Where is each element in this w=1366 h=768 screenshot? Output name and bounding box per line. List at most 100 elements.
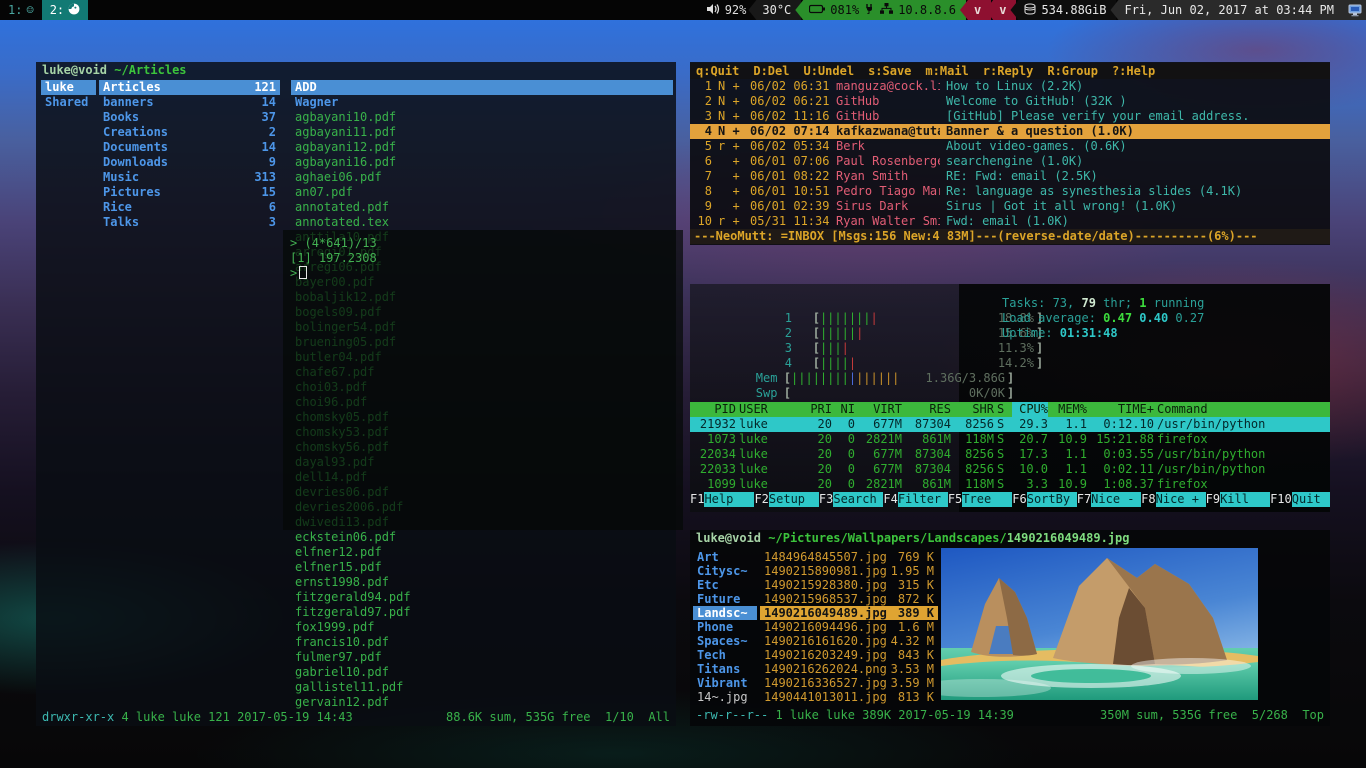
file-row[interactable]: agbayani10.pdf bbox=[291, 110, 673, 125]
file-row[interactable]: fitzgerald97.pdf bbox=[291, 605, 673, 620]
file-row[interactable]: francis10.pdf bbox=[291, 635, 673, 650]
mutt-message-row[interactable]: 9 + 06/01 02:39 Sirus Dark Sirus | Got i… bbox=[690, 199, 1330, 214]
fkey-button[interactable]: F8Nice + bbox=[1141, 492, 1205, 507]
directory-row[interactable]: Articles121 bbox=[99, 80, 280, 95]
fkey-button[interactable]: F6SortBy bbox=[1012, 492, 1076, 507]
workspace-2-button[interactable]: 2: bbox=[42, 0, 88, 20]
mutt-menu-item[interactable]: D:Del bbox=[753, 63, 789, 79]
process-row[interactable]: 1073 luke 20 0 2821M 861M 118M S 20.7 10… bbox=[690, 432, 1330, 447]
mutt-menu-item[interactable]: R:Group bbox=[1047, 63, 1098, 79]
mutt-message-row[interactable]: 10 r + 05/31 11:34 Ryan Walter Smi Fwd: … bbox=[690, 214, 1330, 229]
fkey-button[interactable]: F7Nice - bbox=[1077, 492, 1141, 507]
mutt-menu-item[interactable]: q:Quit bbox=[696, 63, 739, 79]
parent-dir-row[interactable]: Shared bbox=[41, 95, 96, 110]
fkey-button[interactable]: F9Kill bbox=[1206, 492, 1270, 507]
file-row[interactable]: gervain12.pdf bbox=[291, 695, 673, 710]
mutt-message-row[interactable]: 8 + 06/01 10:51 Pedro Tiago Mar Re: lang… bbox=[690, 184, 1330, 199]
file-row[interactable]: eckstein06.pdf bbox=[291, 530, 673, 545]
file-row[interactable]: agbayani16.pdf bbox=[291, 155, 673, 170]
parent-dir-row[interactable]: Spaces~ bbox=[693, 634, 757, 648]
parent-dir-row[interactable]: Vibrant bbox=[693, 676, 757, 690]
file-row[interactable]: gabriel10.pdf bbox=[291, 665, 673, 680]
parent-dir-row[interactable]: Tech bbox=[693, 648, 757, 662]
mutt-message-row[interactable]: 5 r + 06/02 05:34 Berk About video-games… bbox=[690, 139, 1330, 154]
mutt-message-row[interactable]: 6 + 06/01 07:06 Paul Rosenberge searchen… bbox=[690, 154, 1330, 169]
htop-table-header[interactable]: PIDUSERPRINIVIRTRESSHRSCPU%MEM%TIME+Comm… bbox=[690, 402, 1330, 417]
parent-dir-row[interactable]: Phone bbox=[693, 620, 757, 634]
file-row[interactable]: elfner15.pdf bbox=[291, 560, 673, 575]
fkey-button[interactable]: F1Help bbox=[690, 492, 754, 507]
directory-row[interactable]: Rice6 bbox=[99, 200, 280, 215]
image-file-row[interactable]: 1490216161620.jpg4.32 M bbox=[760, 634, 938, 648]
directory-row[interactable]: banners14 bbox=[99, 95, 280, 110]
mutt-menu-item[interactable]: ?:Help bbox=[1112, 63, 1155, 79]
fkey-button[interactable]: F10Quit bbox=[1270, 492, 1330, 507]
process-row[interactable]: 1099 luke 20 0 2821M 861M 118M S 3.3 10.… bbox=[690, 477, 1330, 492]
fkey-button[interactable]: F2Setup bbox=[754, 492, 818, 507]
process-row[interactable]: 22034 luke 20 0 677M 87304 8256 S 17.3 1… bbox=[690, 447, 1330, 462]
fkey-button[interactable]: F3Search bbox=[819, 492, 883, 507]
parent-dir-row[interactable]: Future bbox=[693, 592, 757, 606]
directory-column: Articles121banners14Books37Creations2Doc… bbox=[99, 80, 280, 230]
image-file-row[interactable]: 1490441013011.jpg813 K bbox=[760, 690, 938, 704]
calc-prompt-line[interactable]: > bbox=[290, 266, 676, 281]
image-file-row[interactable]: 1490215890981.jpg1.95 M bbox=[760, 564, 938, 578]
file-row[interactable]: agbayani11.pdf bbox=[291, 125, 673, 140]
speaker-icon bbox=[707, 3, 720, 18]
directory-row[interactable]: Pictures15 bbox=[99, 185, 280, 200]
image-file-row[interactable]: 1484964845507.jpg769 K bbox=[760, 550, 938, 564]
parent-dir-row[interactable]: Citysc~ bbox=[693, 564, 757, 578]
process-row[interactable]: 22033 luke 20 0 677M 87304 8256 S 10.0 1… bbox=[690, 462, 1330, 477]
file-row[interactable]: annotated.pdf bbox=[291, 200, 673, 215]
directory-row[interactable]: Talks3 bbox=[99, 215, 280, 230]
file-row[interactable]: elfner12.pdf bbox=[291, 545, 673, 560]
file-row[interactable]: fitzgerald94.pdf bbox=[291, 590, 673, 605]
process-row[interactable]: 21932 luke 20 0 677M 87304 8256 S 29.3 1… bbox=[690, 417, 1330, 432]
systray-icon[interactable] bbox=[1344, 0, 1366, 20]
file-row[interactable]: agbayani12.pdf bbox=[291, 140, 673, 155]
parent-dir-row[interactable]: Etc bbox=[693, 578, 757, 592]
workspace-1-button[interactable]: 1:☺ bbox=[0, 0, 42, 20]
image-file-row[interactable]: 1490216262024.png3.53 M bbox=[760, 662, 938, 676]
image-file-row[interactable]: 1490215928380.jpg315 K bbox=[760, 578, 938, 592]
file-row[interactable]: annotated.tex bbox=[291, 215, 673, 230]
mutt-menu-item[interactable]: r:Reply bbox=[983, 63, 1034, 79]
directory-row[interactable]: Music313 bbox=[99, 170, 280, 185]
mutt-message-row[interactable]: 3 N + 06/02 11:16 GitHub [GitHub] Please… bbox=[690, 109, 1330, 124]
mutt-message-row[interactable]: 7 + 06/01 08:22 Ryan Smith RE: Fwd: emai… bbox=[690, 169, 1330, 184]
file-row[interactable]: fulmer97.pdf bbox=[291, 650, 673, 665]
file-row[interactable]: Wagner bbox=[291, 95, 673, 110]
image-file-row[interactable]: 1490216336527.jpg3.59 M bbox=[760, 676, 938, 690]
file-row[interactable]: ernst1998.pdf bbox=[291, 575, 673, 590]
mutt-menu-item[interactable]: s:Save bbox=[868, 63, 911, 79]
file-size: 3.59 M bbox=[891, 676, 934, 690]
directory-row[interactable]: Books37 bbox=[99, 110, 280, 125]
mutt-menu-item[interactable]: m:Mail bbox=[925, 63, 968, 79]
directory-row[interactable]: Documents14 bbox=[99, 140, 280, 155]
image-file-row[interactable]: 1490215968537.jpg872 K bbox=[760, 592, 938, 606]
fkey-button[interactable]: F5Tree bbox=[948, 492, 1012, 507]
mutt-message-row[interactable]: 4 N + 06/02 07:14 kafkazwana@tuta Banner… bbox=[690, 124, 1330, 139]
mutt-menu-item[interactable]: U:Undel bbox=[803, 63, 854, 79]
file-row[interactable]: an07.pdf bbox=[291, 185, 673, 200]
parent-dir-row[interactable]: Titans bbox=[693, 662, 757, 676]
parent-dir-row[interactable]: luke bbox=[41, 80, 96, 95]
file-row[interactable]: ADD bbox=[291, 80, 673, 95]
image-file-row[interactable]: 1490216203249.jpg843 K bbox=[760, 648, 938, 662]
sort-column-header[interactable]: CPU% bbox=[1012, 402, 1048, 417]
parent-dir-row[interactable]: Landsc~ bbox=[693, 606, 757, 620]
directory-row[interactable]: Creations2 bbox=[99, 125, 280, 140]
file-row[interactable]: aghaei06.pdf bbox=[291, 170, 673, 185]
image-file-row[interactable]: 1490216049489.jpg389 K bbox=[760, 606, 938, 620]
mutt-message-row[interactable]: 1 N + 06/02 06:31 manguza@cock.li How to… bbox=[690, 79, 1330, 94]
mutt-message-row[interactable]: 2 N + 06/02 06:21 GitHub Welcome to GitH… bbox=[690, 94, 1330, 109]
network-icon bbox=[880, 3, 893, 17]
parent-dir-row[interactable]: 14~.jpg bbox=[693, 690, 757, 704]
fkey-button[interactable]: F4Filter bbox=[883, 492, 947, 507]
parent-column: ArtCitysc~EtcFutureLandsc~PhoneSpaces~Te… bbox=[693, 550, 757, 704]
file-row[interactable]: fox1999.pdf bbox=[291, 620, 673, 635]
image-file-row[interactable]: 1490216094496.jpg1.6 M bbox=[760, 620, 938, 634]
file-row[interactable]: gallistel11.pdf bbox=[291, 680, 673, 695]
directory-row[interactable]: Downloads9 bbox=[99, 155, 280, 170]
parent-dir-row[interactable]: Art bbox=[693, 550, 757, 564]
